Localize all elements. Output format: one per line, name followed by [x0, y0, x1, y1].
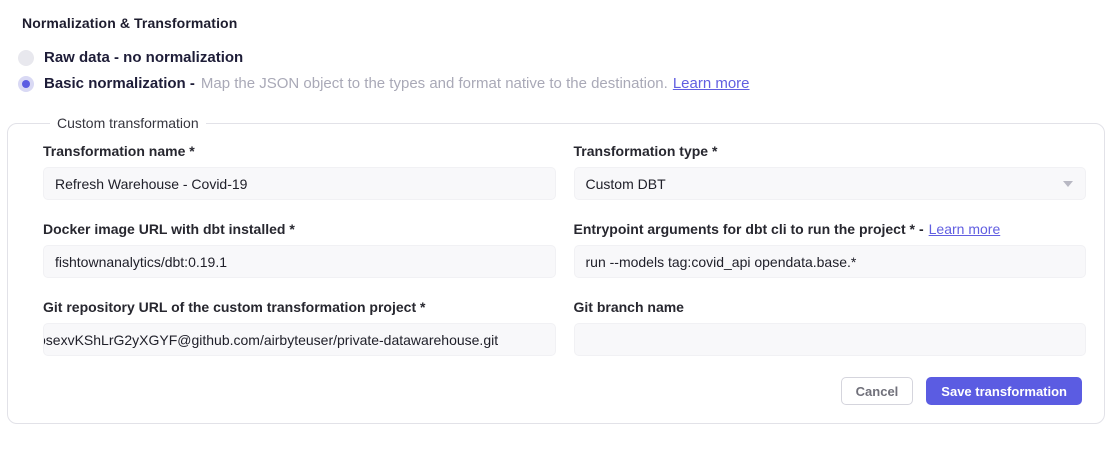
- chevron-down-icon: [1063, 181, 1073, 187]
- docker-image-url-input[interactable]: fishtownanalytics/dbt:0.19.1: [43, 245, 556, 278]
- transformation-form: Transformation name * Refresh Warehouse …: [43, 143, 1086, 356]
- entrypoint-arguments-label: Entrypoint arguments for dbt cli to run …: [574, 221, 1087, 237]
- git-repository-url-label: Git repository URL of the custom transfo…: [43, 299, 556, 315]
- cancel-button[interactable]: Cancel: [841, 377, 914, 405]
- entrypoint-arguments-value: run --models tag:covid_api opendata.base…: [586, 254, 857, 270]
- radio-option-raw-data[interactable]: Raw data - no normalization: [18, 49, 1112, 66]
- git-branch-name-input[interactable]: [574, 323, 1087, 356]
- field-docker-image-url: Docker image URL with dbt installed * fi…: [43, 221, 556, 278]
- transformation-name-input[interactable]: Refresh Warehouse - Covid-19: [43, 167, 556, 200]
- transformation-type-value: Custom DBT: [586, 176, 666, 192]
- field-transformation-name: Transformation name * Refresh Warehouse …: [43, 143, 556, 200]
- page-title: Normalization & Transformation: [22, 15, 1112, 31]
- radio-option-basic-normalization[interactable]: Basic normalization - Map the JSON objec…: [18, 75, 1112, 92]
- normalization-radio-group: Raw data - no normalization Basic normal…: [18, 49, 1112, 92]
- entrypoint-label-separator: -: [919, 221, 924, 237]
- form-actions: Cancel Save transformation: [43, 377, 1086, 405]
- entrypoint-learn-more-link[interactable]: Learn more: [929, 221, 1001, 237]
- basic-normalization-learn-more-link[interactable]: Learn more: [673, 75, 750, 92]
- entrypoint-arguments-label-text: Entrypoint arguments for dbt cli to run …: [574, 221, 915, 237]
- transformation-name-label: Transformation name *: [43, 143, 556, 159]
- transformation-type-select[interactable]: Custom DBT: [574, 167, 1087, 200]
- git-branch-name-label: Git branch name: [574, 299, 1087, 315]
- panel-legend: Custom transformation: [50, 115, 206, 131]
- docker-image-url-value: fishtownanalytics/dbt:0.19.1: [55, 254, 227, 270]
- transformation-type-label: Transformation type *: [574, 143, 1087, 159]
- git-repository-url-input[interactable]: osexvKShLrG2yXGYF@github.com/airbyteuser…: [43, 323, 556, 356]
- radio-basic-description: Map the JSON object to the types and for…: [201, 75, 668, 92]
- docker-image-url-label: Docker image URL with dbt installed *: [43, 221, 556, 237]
- field-git-branch-name: Git branch name: [574, 299, 1087, 356]
- field-git-repository-url: Git repository URL of the custom transfo…: [43, 299, 556, 356]
- radio-selected-dot-icon: [22, 80, 30, 88]
- save-transformation-button[interactable]: Save transformation: [926, 377, 1082, 405]
- radio-basic-icon[interactable]: [18, 76, 34, 92]
- entrypoint-arguments-input[interactable]: run --models tag:covid_api opendata.base…: [574, 245, 1087, 278]
- field-entrypoint-arguments: Entrypoint arguments for dbt cli to run …: [574, 221, 1087, 278]
- radio-raw-label: Raw data - no normalization: [44, 49, 243, 66]
- custom-transformation-panel: Custom transformation Transformation nam…: [7, 115, 1105, 424]
- transformation-name-value: Refresh Warehouse - Covid-19: [55, 176, 247, 192]
- field-transformation-type: Transformation type * Custom DBT: [574, 143, 1087, 200]
- radio-basic-label: Basic normalization -: [44, 75, 195, 92]
- normalization-settings-page: Normalization & Transformation Raw data …: [0, 15, 1112, 451]
- radio-raw-icon[interactable]: [18, 50, 34, 66]
- git-repository-url-value: osexvKShLrG2yXGYF@github.com/airbyteuser…: [43, 332, 498, 348]
